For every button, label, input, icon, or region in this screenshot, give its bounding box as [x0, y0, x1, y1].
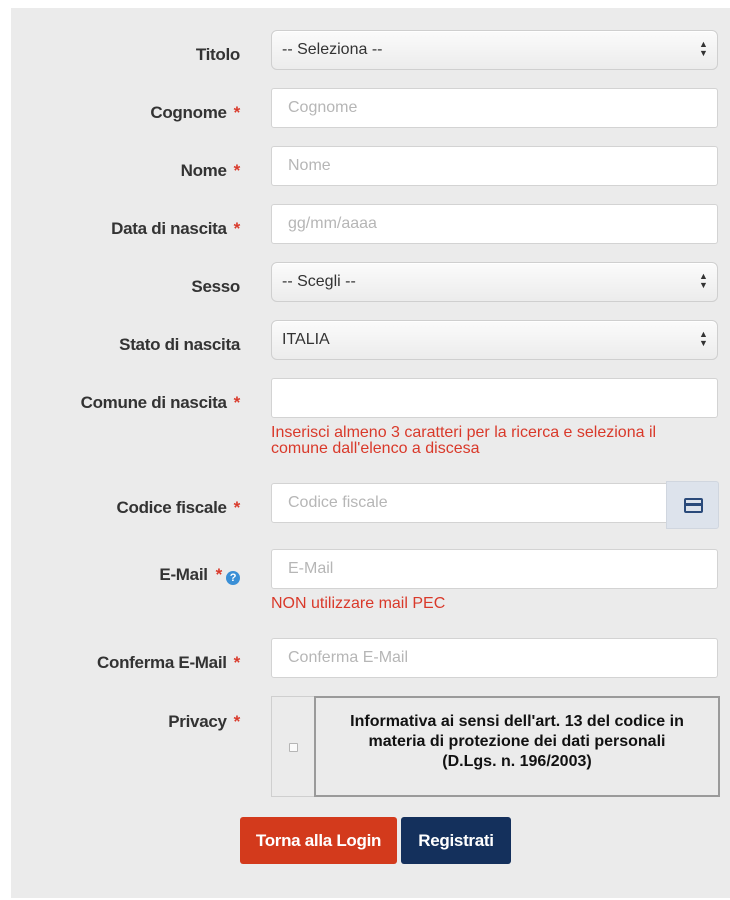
name-input[interactable]: Nome [271, 146, 718, 186]
title-label: Titolo [195, 45, 240, 64]
help-info-icon[interactable]: ? [226, 571, 240, 585]
fiscal-code-input[interactable]: Codice fiscale [271, 483, 667, 523]
birth-city-help: Inserisci almeno 3 caratteri per la rice… [271, 425, 656, 457]
fiscal-code-placeholder: Codice fiscale [288, 494, 388, 511]
birth-city-help-line1: Inserisci almeno 3 caratteri per la rice… [271, 424, 657, 441]
surname-placeholder: Cognome [288, 99, 358, 116]
fiscal-code-label: Codice fiscale * [116, 498, 241, 517]
privacy-box: Informativa ai sensi dell'art. 13 del co… [271, 696, 720, 797]
privacy-text-line2: materia di protezione dei dati personali [368, 733, 666, 750]
fiscal-code-card-button[interactable] [666, 481, 719, 529]
required-mark: * [233, 103, 241, 122]
birthdate-input[interactable]: gg/mm/aaaa [271, 204, 718, 244]
birth-country-label: Stato di nascita [119, 335, 240, 354]
email-placeholder: E-Mail [288, 560, 334, 577]
required-mark: * [233, 219, 241, 238]
required-mark: * [233, 393, 241, 412]
privacy-notice: Informativa ai sensi dell'art. 13 del co… [314, 696, 720, 797]
birthdate-placeholder: gg/mm/aaaa [288, 215, 377, 232]
surname-input[interactable]: Cognome [271, 88, 718, 128]
required-mark: * [215, 565, 223, 584]
select-arrows-icon: ▲ ▼ [699, 39, 708, 58]
registration-panel: Titolo -- Seleziona -- ▲ ▼ Cognome * Cogno… [11, 8, 730, 898]
required-mark: * [233, 498, 241, 517]
privacy-checkbox[interactable] [289, 743, 298, 752]
birth-country-select[interactable]: ITALIA ▲ ▼ [271, 320, 718, 360]
birth-city-label: Comune di nascita * [80, 393, 241, 412]
privacy-text-line1: Informativa ai sensi dell'art. 13 del co… [350, 713, 684, 730]
select-arrows-icon: ▲ ▼ [699, 271, 708, 290]
sex-select[interactable]: -- Scegli -- ▲ ▼ [271, 262, 718, 302]
birthdate-label: Data di nascita * [111, 219, 241, 238]
name-placeholder: Nome [288, 157, 331, 174]
sex-label: Sesso [191, 277, 240, 296]
name-label: Nome * [180, 161, 241, 180]
privacy-check-column [272, 697, 314, 796]
email-confirm-input[interactable]: Conferma E-Mail [271, 638, 718, 678]
email-confirm-label: Conferma E-Mail * [97, 653, 241, 672]
register-button[interactable]: Registrati [401, 817, 511, 864]
birth-country-select-value: ITALIA [282, 331, 330, 348]
surname-label: Cognome * [150, 103, 241, 122]
required-mark: * [233, 653, 241, 672]
sex-select-value: -- Scegli -- [282, 273, 356, 290]
required-mark: * [233, 712, 241, 731]
email-label: E-Mail *? [11, 565, 240, 585]
email-confirm-placeholder: Conferma E-Mail [288, 649, 409, 666]
select-arrows-icon: ▲ ▼ [699, 329, 708, 348]
privacy-text-line3: (D.Lgs. n. 196/2003) [442, 753, 592, 770]
card-icon [684, 498, 703, 513]
back-to-login-button[interactable]: Torna alla Login [240, 817, 397, 864]
title-select[interactable]: -- Seleziona -- ▲ ▼ [271, 30, 718, 70]
email-help: NON utilizzare mail PEC [271, 595, 446, 612]
email-input[interactable]: E-Mail [271, 549, 718, 589]
birth-city-input[interactable] [271, 378, 718, 418]
title-select-value: -- Seleziona -- [282, 41, 383, 58]
birth-city-help-line2: comune dall'elenco a discesa [271, 440, 480, 457]
privacy-label: Privacy * [168, 712, 241, 731]
required-mark: * [233, 161, 241, 180]
